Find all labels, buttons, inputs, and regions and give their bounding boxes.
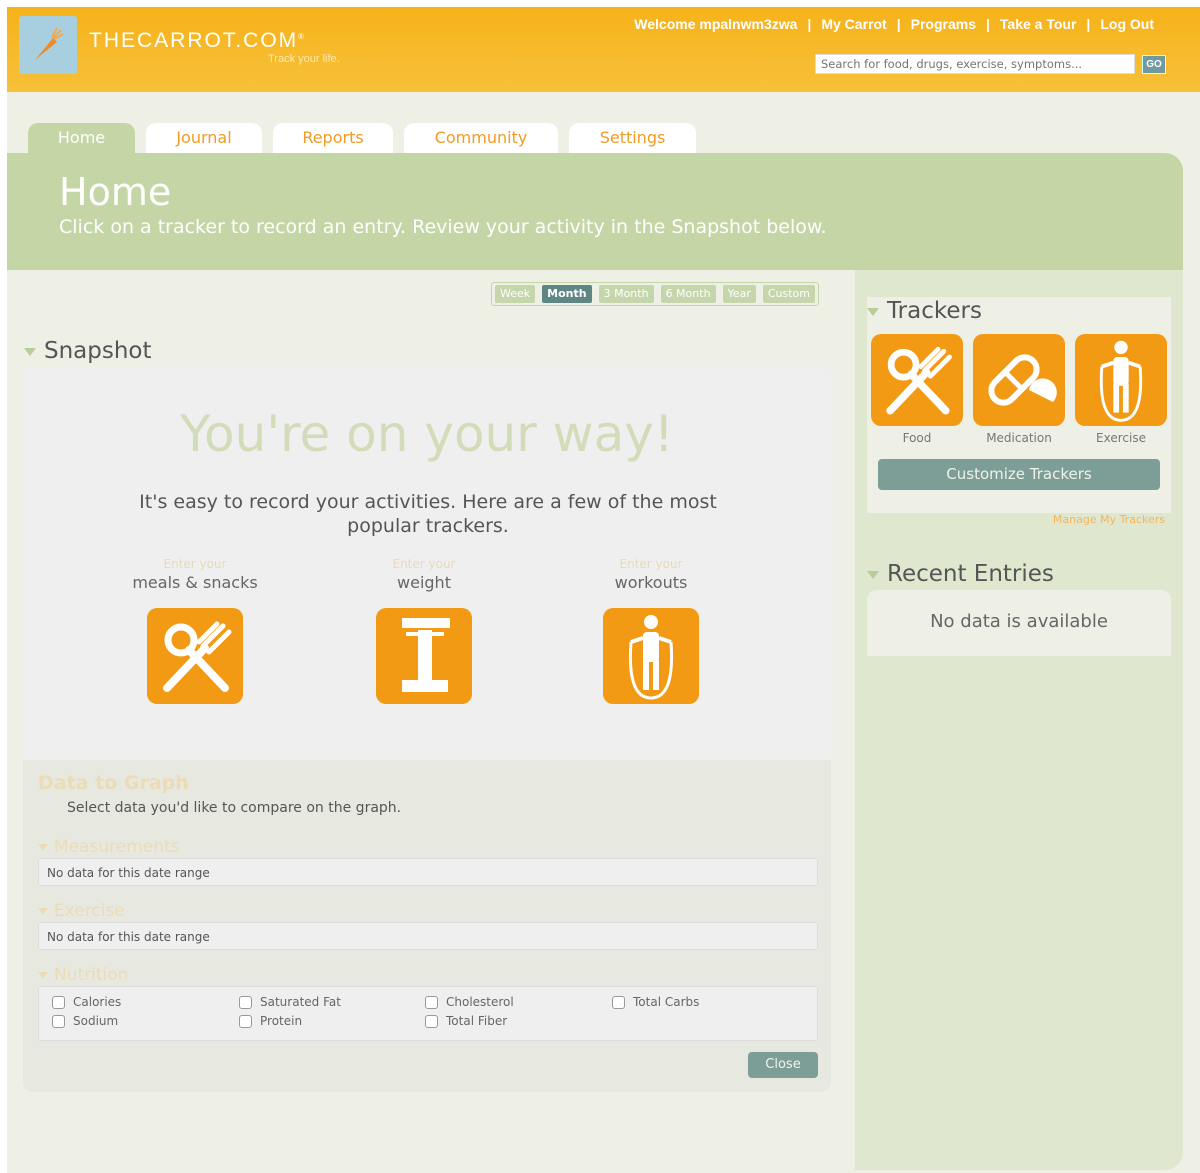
checkbox-box[interactable] [425,1014,438,1028]
nav-log-out[interactable]: Log Out [1100,16,1154,32]
nav-separator: | [896,16,901,32]
quick-what-label: meals & snacks [132,573,258,592]
exercise-empty: No data for this date range [38,922,818,950]
tab-community[interactable]: Community [404,123,558,155]
period-month[interactable]: Month [542,285,592,303]
welcome-text: Welcome mpalnwm3zwa [634,16,798,32]
quick-tracker-weight[interactable]: Enter your weight [334,557,514,704]
checkbox-box[interactable] [52,1014,65,1028]
search-input[interactable] [815,54,1135,74]
checkbox-total-carbs[interactable]: Total Carbs [612,995,699,1009]
customize-trackers-button[interactable]: Customize Trackers [878,459,1160,490]
tab-reports[interactable]: Reports [273,123,393,155]
collapse-triangle-icon[interactable] [38,843,48,851]
tab-settings[interactable]: Settings [569,123,696,155]
collapse-triangle-icon[interactable] [867,307,879,316]
graph-subtitle: Select data you'd like to compare on the… [67,800,402,816]
page-hero: Home Click on a tracker to record an ent… [7,153,1183,270]
tracker-exercise[interactable]: Exercise [1075,334,1167,445]
nav-separator: | [1086,16,1091,32]
trackers-title[interactable]: Trackers [867,298,982,324]
collapse-triangle-icon[interactable] [38,971,48,979]
food-icon[interactable] [147,608,243,704]
tracker-label: Exercise [1096,431,1146,445]
period-custom[interactable]: Custom [762,285,815,303]
snapshot-title[interactable]: Snapshot [24,338,152,364]
snapshot-subline: It's easy to record your activities. Her… [139,491,717,537]
checkbox-saturated-fat[interactable]: Saturated Fat [239,995,341,1009]
tracker-medication[interactable]: Medication [973,334,1065,445]
nav-programs[interactable]: Programs [911,16,976,32]
collapse-triangle-icon[interactable] [24,347,36,356]
quick-what-label: workouts [614,573,688,592]
tracker-food[interactable]: Food [871,334,963,445]
snapshot-headline: You're on your way! [180,405,674,463]
nav-take-a-tour[interactable]: Take a Tour [1000,16,1077,32]
checkbox-box[interactable] [612,995,625,1009]
manage-trackers-link[interactable]: Manage My Trackers [1053,513,1165,526]
measurements-empty: No data for this date range [38,858,818,886]
brand-mark: ® [298,32,307,41]
recent-entries-title[interactable]: Recent Entries [867,561,1054,587]
tab-home[interactable]: Home [28,123,135,155]
site-header: THECARROT.COM® Track your life. Welcome … [7,7,1200,92]
nutrition-toggle[interactable]: Nutrition [38,965,128,985]
quick-enter-label: Enter your [392,557,456,571]
search-go-button[interactable]: GO [1142,55,1166,74]
tab-journal[interactable]: Journal [146,123,262,155]
period-6-month[interactable]: 6 Month [660,285,716,303]
recent-empty-message: No data is available [930,611,1108,632]
nav-separator: | [807,16,812,32]
scale-icon[interactable] [376,608,472,704]
food-icon[interactable] [871,334,963,426]
checkbox-total-fiber[interactable]: Total Fiber [425,1014,507,1028]
measurements-toggle[interactable]: Measurements [38,837,180,857]
quick-tracker-food[interactable]: Enter your meals & snacks [105,557,285,704]
jump-rope-icon[interactable] [1075,334,1167,426]
period-week[interactable]: Week [495,285,536,303]
collapse-triangle-icon[interactable] [867,570,879,579]
jump-rope-icon[interactable] [603,608,699,704]
nav-separator: | [985,16,990,32]
quick-enter-label: Enter your [163,557,227,571]
tagline: Track your life. [268,53,340,65]
pill-icon[interactable] [973,334,1065,426]
brand-name[interactable]: THECARROT.COM® [89,29,306,53]
main-tabs: Home Journal Reports Community Settings [28,123,707,155]
data-to-graph-section: Data to Graph Select data you'd like to … [23,760,831,1092]
page-subtitle: Click on a tracker to record an entry. R… [59,216,827,238]
top-nav: Welcome mpalnwm3zwa | My Carrot | Progra… [634,16,1154,32]
checkbox-box[interactable] [239,1014,252,1028]
page-title: Home [59,170,172,214]
exercise-toggle[interactable]: Exercise [38,901,125,921]
checkbox-box[interactable] [239,995,252,1009]
checkbox-box[interactable] [425,995,438,1009]
quick-what-label: weight [397,573,451,592]
quick-enter-label: Enter your [619,557,683,571]
tracker-label: Food [902,431,932,445]
checkbox-calories[interactable]: Calories [52,995,121,1009]
checkbox-box[interactable] [52,995,65,1009]
quick-tracker-workouts[interactable]: Enter your workouts [561,557,741,704]
carrot-logo-icon[interactable] [19,16,77,74]
checkbox-sodium[interactable]: Sodium [52,1014,118,1028]
graph-title: Data to Graph [38,772,189,794]
checkbox-protein[interactable]: Protein [239,1014,302,1028]
checkbox-cholesterol[interactable]: Cholesterol [425,995,514,1009]
close-button[interactable]: Close [748,1052,818,1078]
tracker-label: Medication [986,431,1052,445]
recent-entries-panel: No data is available [867,590,1171,656]
period-3-month[interactable]: 3 Month [598,285,654,303]
period-selector: Week Month 3 Month 6 Month Year Custom [491,282,819,306]
nutrition-options: Calories Saturated Fat Cholesterol Total… [38,986,818,1041]
nav-my-carrot[interactable]: My Carrot [821,16,886,32]
period-year[interactable]: Year [722,285,756,303]
collapse-triangle-icon[interactable] [38,907,48,915]
